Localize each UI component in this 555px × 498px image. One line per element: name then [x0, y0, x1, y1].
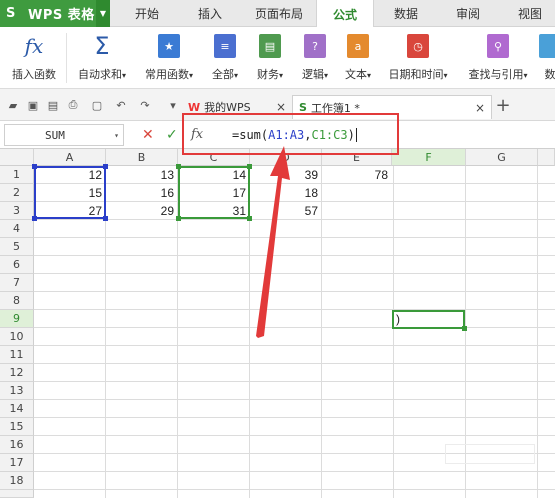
- annotation-arrow-icon: [256, 146, 290, 338]
